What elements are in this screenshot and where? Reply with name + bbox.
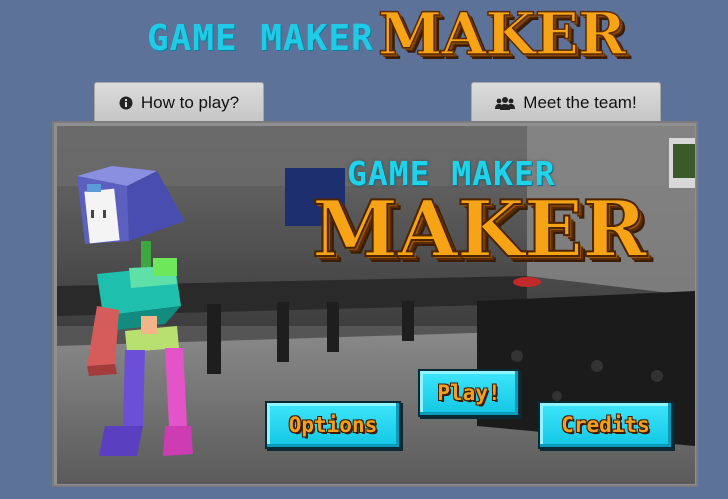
users-icon	[495, 96, 516, 110]
credits-button[interactable]: Credits	[538, 401, 673, 449]
game-logo-big-text: MAKER	[311, 183, 648, 276]
game-canvas[interactable]: GAME MAKER MAKER Play! Options Credits	[57, 126, 695, 484]
options-button[interactable]: Options	[265, 401, 401, 449]
meet-the-team-button[interactable]: Meet the team!	[471, 82, 661, 122]
meet-the-team-label: Meet the team!	[523, 92, 637, 112]
logo-big-text: MAKER	[377, 0, 627, 69]
how-to-play-label: How to play?	[140, 92, 240, 112]
game-frame: GAME MAKER MAKER Play! Options Credits	[52, 121, 698, 487]
how-to-play-button[interactable]: How to play?	[94, 82, 264, 122]
play-button[interactable]: Play!	[418, 369, 520, 417]
info-circle-icon	[119, 96, 133, 110]
header-logo: GAME MAKER MAKER	[0, 0, 728, 80]
logo-small-text: GAME MAKER	[147, 18, 374, 59]
